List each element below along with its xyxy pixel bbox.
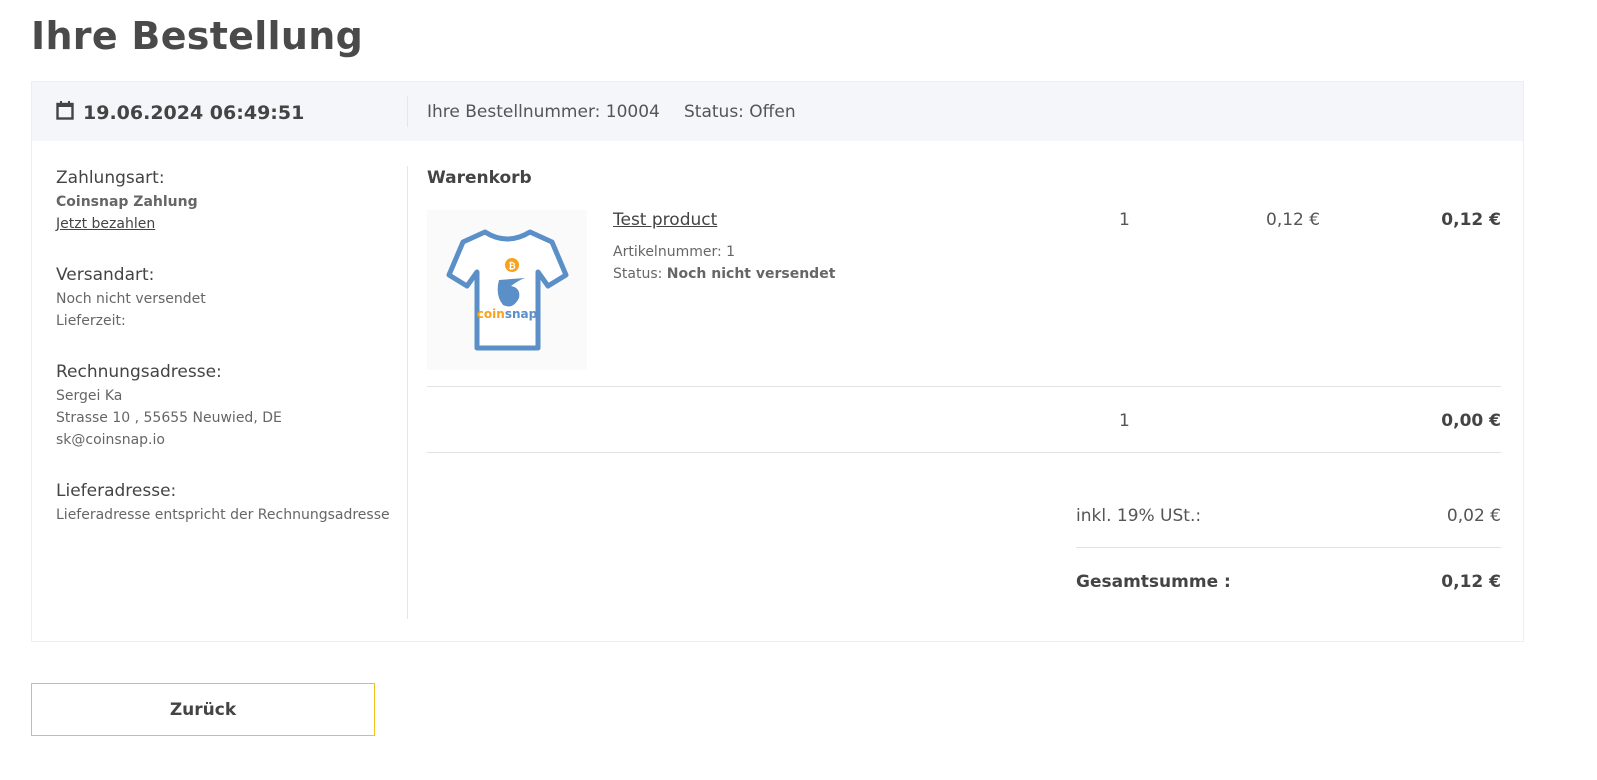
shipping-status: Noch nicht versendet: [56, 291, 206, 307]
order-number: Ihre Bestellnummer: 10004: [427, 102, 660, 122]
billing-label: Rechnungsadresse:: [56, 362, 222, 382]
delivery-text: Lieferadresse entspricht der Rechnungsad…: [56, 507, 390, 523]
payment-label: Zahlungsart:: [56, 168, 165, 188]
tshirt-image: ₿ coinsnap: [446, 229, 569, 351]
column-divider: [407, 166, 408, 619]
product-image[interactable]: ₿ coinsnap: [427, 210, 587, 370]
delivery-label: Lieferadresse:: [56, 481, 177, 501]
billing-name: Sergei Ka: [56, 388, 123, 404]
shipping-label: Versandart:: [56, 265, 155, 285]
order-date: 19.06.2024 06:49:51: [56, 100, 304, 125]
product-name-link[interactable]: Test product: [613, 210, 717, 230]
shipping-quantity: 1: [1119, 411, 1130, 431]
cart: Warenkorb ₿ coinsnap Test product Artike…: [427, 168, 1501, 648]
shipping-total: 0,00 €: [1441, 411, 1501, 431]
order-header: 19.06.2024 06:49:51 Ihre Bestellnummer: …: [32, 82, 1523, 141]
status-value: Noch nicht versendet: [666, 266, 836, 282]
item-total: 0,12 €: [1441, 210, 1501, 230]
divider: [1076, 547, 1501, 548]
product-sku: Artikelnummer: 1: [613, 244, 736, 260]
billing-street: Strasse 10 , 55655 Neuwied, DE: [56, 410, 282, 426]
status-label: Status:: [613, 266, 663, 282]
order-date-text: 19.06.2024 06:49:51: [83, 101, 305, 124]
svg-text:coinsnap: coinsnap: [477, 307, 538, 321]
grand-total-value: 0,12 €: [1441, 572, 1501, 592]
item-quantity: 1: [1119, 210, 1130, 230]
back-button[interactable]: Zurück: [31, 683, 375, 736]
tax-value: 0,02 €: [1446, 506, 1501, 526]
tax-label: inkl. 19% USt.:: [1076, 506, 1202, 526]
cart-title: Warenkorb: [427, 168, 532, 188]
divider: [407, 96, 408, 127]
pay-now-link[interactable]: Jetzt bezahlen: [56, 216, 155, 232]
order-card: 19.06.2024 06:49:51 Ihre Bestellnummer: …: [31, 81, 1524, 642]
payment-method: Coinsnap Zahlung: [56, 194, 198, 210]
product-status: Status: Noch nicht versendet: [613, 263, 835, 285]
divider: [427, 386, 1501, 387]
billing-email: sk@coinsnap.io: [56, 432, 165, 448]
item-price: 0,12 €: [1266, 210, 1321, 230]
delivery-time: Lieferzeit:: [56, 313, 126, 329]
grand-total-label: Gesamtsumme :: [1076, 572, 1231, 592]
calendar-icon: [56, 100, 74, 125]
page-title: Ihre Bestellung: [31, 14, 364, 58]
svg-text:₿: ₿: [508, 261, 515, 272]
divider: [427, 452, 1501, 453]
order-status: Status: Offen: [684, 102, 796, 122]
order-details: Zahlungsart: Coinsnap Zahlung Jetzt beza…: [56, 168, 396, 556]
